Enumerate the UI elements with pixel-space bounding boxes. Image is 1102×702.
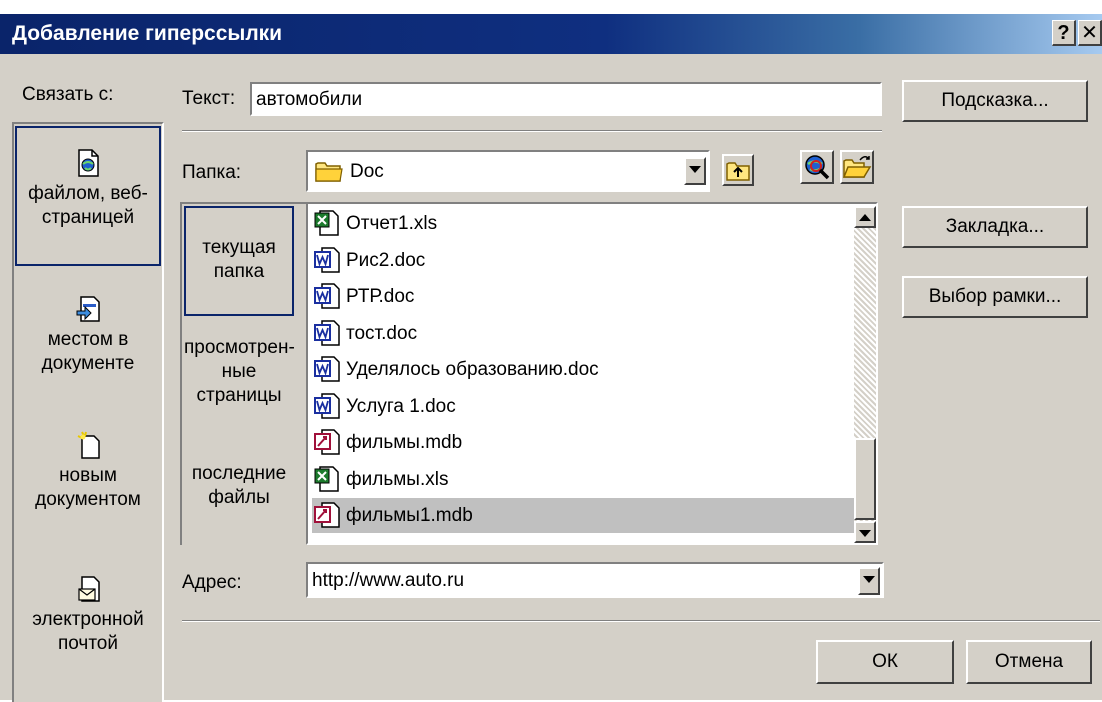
file-list-scrollbar[interactable] <box>854 206 876 543</box>
file-list-item[interactable]: Услуга 1.doc <box>312 389 854 424</box>
document-place-icon <box>76 296 100 322</box>
bookmark-button[interactable]: Закладка... <box>902 206 1088 248</box>
place-current-folder[interactable]: текущая папка <box>184 206 294 316</box>
file-name: фильмы1.mdb <box>346 505 473 526</box>
file-list-item[interactable]: Рис2.doc <box>312 243 854 278</box>
places-bar: текущая папка просмотрен- ные страницы п… <box>180 202 306 545</box>
file-list-item[interactable]: фильмы.mdb <box>312 425 854 460</box>
scroll-thumb[interactable] <box>854 438 876 520</box>
address-label: Адрес: <box>182 572 242 593</box>
excel-file-icon <box>314 465 339 492</box>
folder-select[interactable]: Doc <box>306 150 710 192</box>
up-folder-icon <box>726 162 750 181</box>
file-list-item[interactable]: фильмы1.mdb <box>312 498 854 533</box>
link-to-bar: файлом, веб- страницей местом в документ… <box>12 122 164 702</box>
file-list-item[interactable]: Уделялось образованию.doc <box>312 352 854 387</box>
search-web-button[interactable] <box>800 150 834 184</box>
address-input[interactable]: http://www.auto.ru <box>306 562 884 598</box>
hint-button[interactable]: Подсказка... <box>902 80 1088 122</box>
scroll-up-button[interactable] <box>854 206 876 228</box>
place-browsed-pages[interactable]: просмотрен- ные страницы <box>184 336 295 436</box>
up-one-folder-button[interactable] <box>722 154 754 186</box>
file-list-item[interactable]: РТР.doc <box>312 279 854 314</box>
target-frame-button[interactable]: Выбор рамки... <box>902 276 1088 318</box>
window-title: Добавление гиперссылки <box>12 22 283 45</box>
address-dropdown-button[interactable] <box>858 567 880 595</box>
word-file-icon <box>314 283 340 309</box>
chevron-up-icon <box>859 214 871 221</box>
word-file-icon <box>314 356 340 382</box>
folder-icon <box>315 162 343 182</box>
email-icon <box>78 576 100 602</box>
folder-dropdown-button[interactable] <box>684 157 706 185</box>
chevron-down-icon <box>689 166 701 173</box>
file-name: РТР.doc <box>346 286 415 307</box>
display-text-input[interactable]: автомобили <box>250 82 882 116</box>
access-file-icon <box>314 429 340 455</box>
folder-label: Папка: <box>182 162 242 183</box>
word-file-icon <box>314 319 340 346</box>
cancel-button[interactable]: Отмена <box>966 640 1092 684</box>
file-name: Услуга 1.doc <box>346 395 456 417</box>
chevron-down-icon <box>863 576 875 583</box>
word-file-icon <box>314 392 340 419</box>
file-name: Уделялось образованию.doc <box>346 359 599 380</box>
file-list-item[interactable]: Отчет1.xls <box>312 206 854 241</box>
scroll-down-button[interactable] <box>854 521 876 543</box>
file-name: фильмы.mdb <box>346 432 463 453</box>
ok-button[interactable]: ОК <box>816 640 954 684</box>
link-to-web-page[interactable]: файлом, веб- страницей <box>15 126 161 266</box>
access-file-icon <box>314 502 340 528</box>
file-name: фильмы.xls <box>346 468 449 490</box>
place-recent-files[interactable]: последние файлы <box>184 462 294 532</box>
web-file-icon <box>78 149 99 177</box>
file-list-item[interactable]: тост.doc <box>312 316 854 351</box>
file-list-item[interactable]: фильмы.xls <box>312 462 854 497</box>
close-button[interactable]: ✕ <box>1078 20 1102 46</box>
text-label: Текст: <box>182 88 236 109</box>
title-bar: Добавление гиперссылки ? ✕ <box>0 14 1102 54</box>
link-to-place-in-document[interactable]: местом в документе <box>15 284 161 404</box>
open-folder-icon <box>842 156 872 178</box>
file-name: тост.doc <box>346 322 418 344</box>
browse-file-button[interactable] <box>840 150 874 184</box>
file-name: Отчет1.xls <box>346 213 438 234</box>
separator-top <box>182 130 882 132</box>
chevron-down-icon <box>859 530 871 537</box>
link-to-new-document[interactable]: новым документом <box>15 420 161 540</box>
separator-bottom <box>182 620 1100 622</box>
web-search-icon <box>805 155 830 180</box>
word-file-icon <box>314 246 340 273</box>
new-document-icon <box>77 431 100 459</box>
file-name: Рис2.doc <box>346 249 426 271</box>
link-to-email[interactable]: электронной почтой <box>15 564 161 684</box>
excel-file-icon <box>314 210 339 236</box>
help-button[interactable]: ? <box>1052 20 1076 46</box>
link-to-label: Связать с: <box>22 84 114 105</box>
file-list[interactable]: Отчет1.xls Рис2.doc РТР.doc тост.doc Уделяло… <box>306 202 878 545</box>
